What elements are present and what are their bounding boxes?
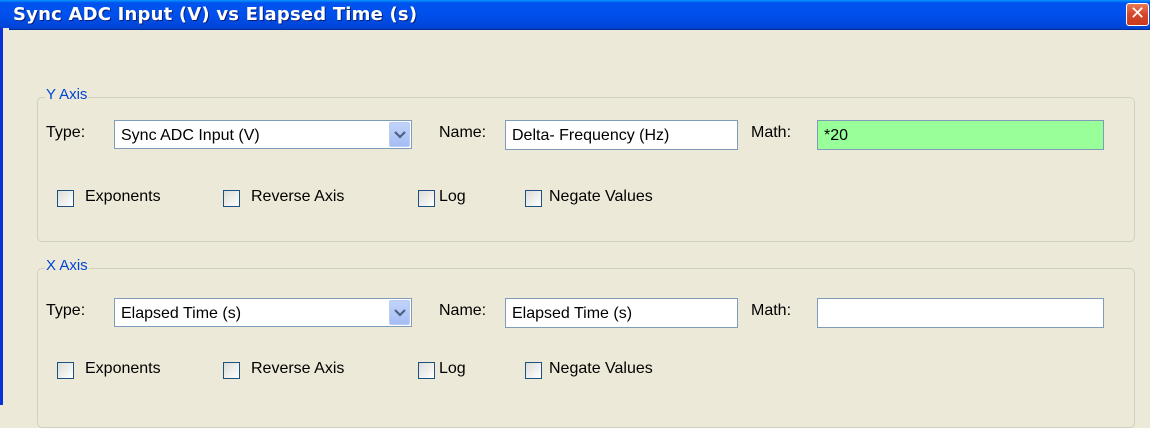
x-name-label: Name: xyxy=(439,302,487,319)
y-exponents-checkbox[interactable] xyxy=(57,190,74,207)
y-math-value: *20 xyxy=(824,127,849,144)
y-name-label: Name: xyxy=(439,124,487,141)
y-type-dropdown-button[interactable] xyxy=(389,122,410,147)
x-axis-legend: X Axis xyxy=(45,257,89,274)
x-name-field[interactable]: Elapsed Time (s) xyxy=(505,298,738,328)
x-exponents-checkbox[interactable] xyxy=(57,362,74,379)
x-type-dropdown-button[interactable] xyxy=(389,300,410,325)
x-exponents-label: Exponents xyxy=(85,360,161,377)
close-icon: ✕ xyxy=(1129,3,1146,24)
y-negate-values-checkbox[interactable] xyxy=(525,190,542,207)
chevron-down-icon xyxy=(394,131,406,139)
y-reverse-axis-label: Reverse Axis xyxy=(251,188,345,205)
y-log-label: Log xyxy=(439,188,466,205)
window-title: Sync ADC Input (V) vs Elapsed Time (s) xyxy=(13,4,418,25)
y-log-checkbox[interactable] xyxy=(418,190,435,207)
y-name-field[interactable]: Delta- Frequency (Hz) xyxy=(505,120,738,150)
x-log-checkbox[interactable] xyxy=(418,362,435,379)
x-type-select[interactable]: Elapsed Time (s) xyxy=(114,298,412,327)
y-type-label: Type: xyxy=(46,124,86,141)
y-math-field[interactable]: *20 xyxy=(817,120,1104,150)
x-name-value: Elapsed Time (s) xyxy=(512,305,633,322)
y-reverse-axis-checkbox[interactable] xyxy=(223,190,240,207)
x-math-field[interactable] xyxy=(817,298,1104,328)
x-type-label: Type: xyxy=(46,302,86,319)
y-negate-values-label: Negate Values xyxy=(549,188,653,205)
x-reverse-axis-label: Reverse Axis xyxy=(251,360,345,377)
x-negate-values-label: Negate Values xyxy=(549,360,653,377)
y-math-label: Math: xyxy=(751,124,792,141)
x-log-label: Log xyxy=(439,360,466,377)
y-type-value: Sync ADC Input (V) xyxy=(121,127,260,144)
x-axis-group xyxy=(37,268,1135,428)
x-math-label: Math: xyxy=(751,302,792,319)
y-type-select[interactable]: Sync ADC Input (V) xyxy=(114,120,412,149)
y-axis-legend: Y Axis xyxy=(45,86,89,103)
x-negate-values-checkbox[interactable] xyxy=(525,362,542,379)
x-reverse-axis-checkbox[interactable] xyxy=(223,362,240,379)
y-exponents-label: Exponents xyxy=(85,188,161,205)
window-left-border xyxy=(0,28,9,405)
close-button[interactable]: ✕ xyxy=(1126,3,1149,26)
y-name-value: Delta- Frequency (Hz) xyxy=(512,127,670,144)
chevron-down-icon xyxy=(394,309,406,317)
x-type-value: Elapsed Time (s) xyxy=(121,305,242,322)
axis-settings-window: Sync ADC Input (V) vs Elapsed Time (s) ✕… xyxy=(0,0,1150,428)
title-bar[interactable]: Sync ADC Input (V) vs Elapsed Time (s) ✕ xyxy=(0,0,1150,30)
y-axis-group xyxy=(37,97,1135,242)
